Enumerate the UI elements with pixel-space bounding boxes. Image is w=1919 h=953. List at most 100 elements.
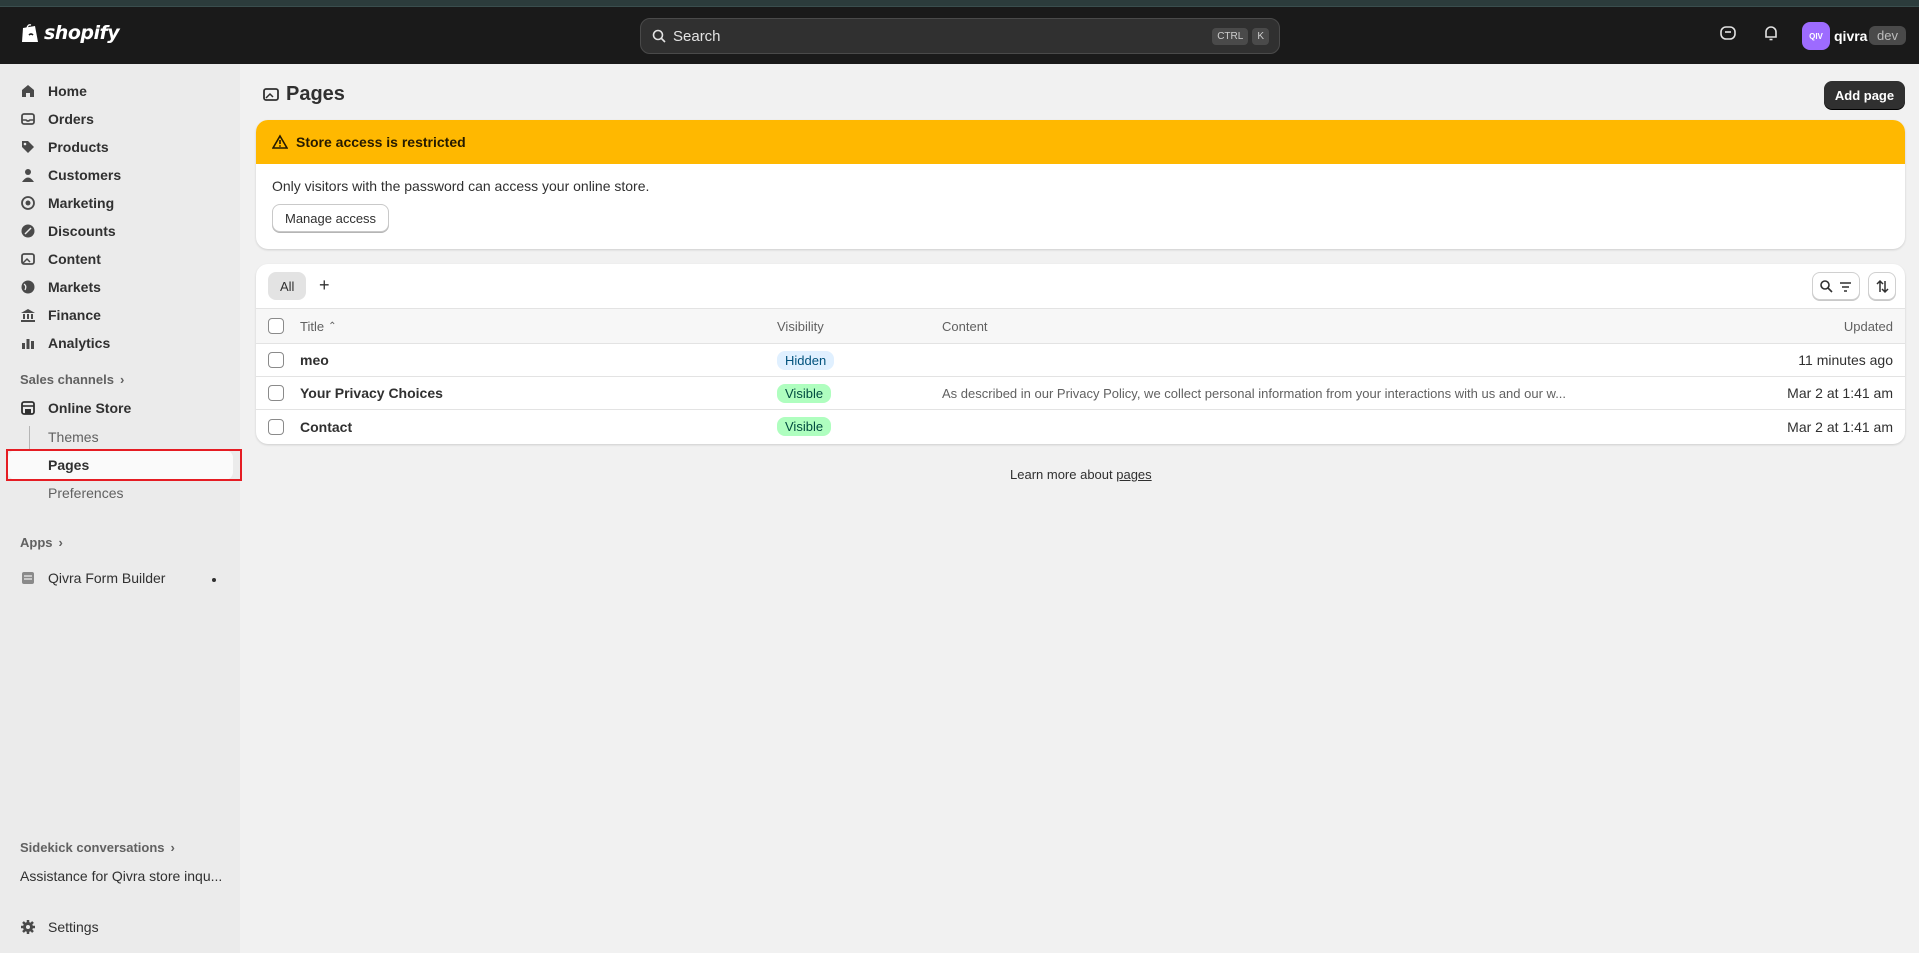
- pages-icon: [263, 87, 279, 101]
- app-icon: [22, 572, 34, 584]
- store-access-banner: Store access is restricted Only visitors…: [256, 120, 1905, 249]
- row-updated: Mar 2 at 1:41 am: [1787, 418, 1893, 435]
- banner-text: Only visitors with the password can acce…: [272, 178, 650, 194]
- status-badge: Hidden: [777, 350, 835, 370]
- sidebar-item-customers[interactable]: Customers: [20, 162, 121, 188]
- table-header: Title ⌃ Visibility Content Updated: [256, 308, 1905, 344]
- sidebar-item-label: Orders: [48, 111, 94, 127]
- sidebar-item-marketing[interactable]: Marketing: [20, 190, 114, 216]
- row-title[interactable]: meo: [300, 344, 329, 376]
- apps-header[interactable]: Apps ›: [20, 535, 63, 550]
- sidebar-subitem-preferences[interactable]: Preferences: [48, 485, 123, 501]
- person-icon: [22, 169, 34, 182]
- sidebar-item-label: Home: [48, 83, 87, 99]
- search-filter-button[interactable]: [1812, 272, 1860, 300]
- sidebar-item-settings[interactable]: Settings: [20, 914, 99, 940]
- header-title[interactable]: Title ⌃: [300, 309, 336, 343]
- row-updated: Mar 2 at 1:41 am: [1787, 385, 1893, 401]
- sort-icon: [1875, 279, 1889, 293]
- row-updated: 11 minutes ago: [1798, 352, 1893, 368]
- sales-channels-header[interactable]: Sales channels ›: [20, 372, 124, 387]
- row-title[interactable]: Your Privacy Choices: [300, 377, 443, 409]
- row-select-cell: [268, 377, 284, 409]
- sidebar-item-label: Products: [48, 139, 109, 155]
- image-icon: [21, 253, 35, 265]
- top-accent-strip: [0, 0, 1919, 7]
- table-row[interactable]: meo Hidden 11 minutes ago: [256, 344, 1905, 377]
- env-badge: dev: [1869, 26, 1906, 45]
- tag-icon: [22, 141, 34, 153]
- header-content: Content: [942, 318, 988, 334]
- brand-name: shopify: [44, 22, 120, 44]
- header-title-label: Title: [300, 318, 325, 334]
- sidebar-item-label: Marketing: [48, 195, 115, 211]
- sidekick-icon[interactable]: [1719, 24, 1737, 42]
- sidebar-item-qivra-form-builder[interactable]: Qivra Form Builder: [20, 565, 165, 591]
- sidebar-item-label: Qivra Form Builder: [48, 570, 166, 586]
- shopify-logo[interactable]: shopify: [20, 22, 120, 44]
- row-visibility-cell: Hidden: [777, 344, 835, 376]
- search-bar[interactable]: Search CTRL K: [640, 18, 1280, 54]
- sidekick-label: Sidekick conversations: [20, 840, 165, 855]
- sidebar-item-home[interactable]: Home: [20, 78, 87, 104]
- row-select-cell: [268, 410, 284, 443]
- unread-dot: [212, 578, 216, 582]
- select-all-checkbox[interactable]: [268, 318, 284, 334]
- bell-icon[interactable]: [1762, 24, 1780, 42]
- row-checkbox[interactable]: [268, 352, 284, 368]
- store-name[interactable]: qivra: [1834, 28, 1867, 44]
- globe-icon: [21, 280, 35, 294]
- search-placeholder: Search: [673, 27, 721, 45]
- sidebar-item-label: Content: [48, 251, 101, 267]
- manage-access-button[interactable]: Manage access: [272, 204, 390, 232]
- status-badge: Visible: [777, 383, 832, 403]
- sidebar-item-online-store[interactable]: Online Store: [20, 395, 131, 421]
- sort-arrows-icon: ⌃: [328, 320, 337, 332]
- row-title[interactable]: Contact: [300, 410, 352, 443]
- sidekick-header[interactable]: Sidekick conversations ›: [20, 840, 175, 855]
- row-checkbox[interactable]: [268, 385, 284, 401]
- home-icon: [22, 85, 34, 97]
- sidebar-item-markets[interactable]: Markets: [20, 274, 101, 300]
- store-avatar[interactable]: QIV: [1802, 22, 1830, 50]
- banner-header: Store access is restricted: [256, 120, 1905, 164]
- table-row[interactable]: Contact Visible Mar 2 at 1:41 am: [256, 410, 1905, 443]
- add-page-button[interactable]: Add page: [1824, 81, 1905, 109]
- inbox-icon: [21, 113, 35, 125]
- sidebar-item-label: Finance: [48, 307, 101, 323]
- sidebar-item-label: Settings: [48, 919, 99, 935]
- add-view-icon[interactable]: +: [319, 275, 330, 296]
- sidebar-item-content[interactable]: Content: [20, 246, 101, 272]
- sidebar-item-finance[interactable]: Finance: [20, 302, 101, 328]
- sales-channels-label: Sales channels: [20, 372, 114, 387]
- table-row[interactable]: Your Privacy Choices Visible As describe…: [256, 377, 1905, 410]
- shopify-bag-icon: [22, 24, 38, 42]
- header-updated: Updated: [1843, 318, 1893, 334]
- page-title-text: Pages: [286, 83, 345, 105]
- sidebar-subitem-themes[interactable]: Themes: [48, 429, 99, 445]
- banner-title: Store access is restricted: [296, 134, 466, 150]
- row-checkbox[interactable]: [268, 418, 284, 435]
- apps-label: Apps: [20, 535, 53, 550]
- tab-all[interactable]: All: [268, 272, 307, 300]
- sidebar-item-products[interactable]: Products: [20, 134, 109, 160]
- sort-button[interactable]: [1868, 272, 1896, 300]
- sidebar-item-analytics[interactable]: Analytics: [20, 330, 110, 356]
- row-content: As described in our Privacy Policy, we c…: [942, 385, 1567, 401]
- learn-more-link[interactable]: pages: [1116, 467, 1151, 482]
- row-visibility-cell: Visible: [777, 377, 832, 409]
- page-title: Pages: [262, 83, 345, 106]
- learn-more-text: Learn more about pages: [1010, 467, 1152, 482]
- sidekick-conversation-item[interactable]: Assistance for Qivra store inqu...: [20, 868, 222, 884]
- chart-icon: [22, 339, 34, 349]
- sidebar-item-discounts[interactable]: Discounts: [20, 218, 116, 244]
- chevron-right-icon: ›: [58, 535, 63, 550]
- row-select-cell: [268, 344, 284, 376]
- target-icon: [21, 196, 35, 210]
- bank-icon: [21, 309, 35, 322]
- shortcut-k: K: [1252, 27, 1269, 45]
- search-icon: [1820, 279, 1833, 293]
- sidebar-item-orders[interactable]: Orders: [20, 106, 94, 132]
- header-visibility: Visibility: [777, 318, 824, 334]
- top-bar: shopify Search CTRL K QIV qivra dev: [0, 0, 1919, 64]
